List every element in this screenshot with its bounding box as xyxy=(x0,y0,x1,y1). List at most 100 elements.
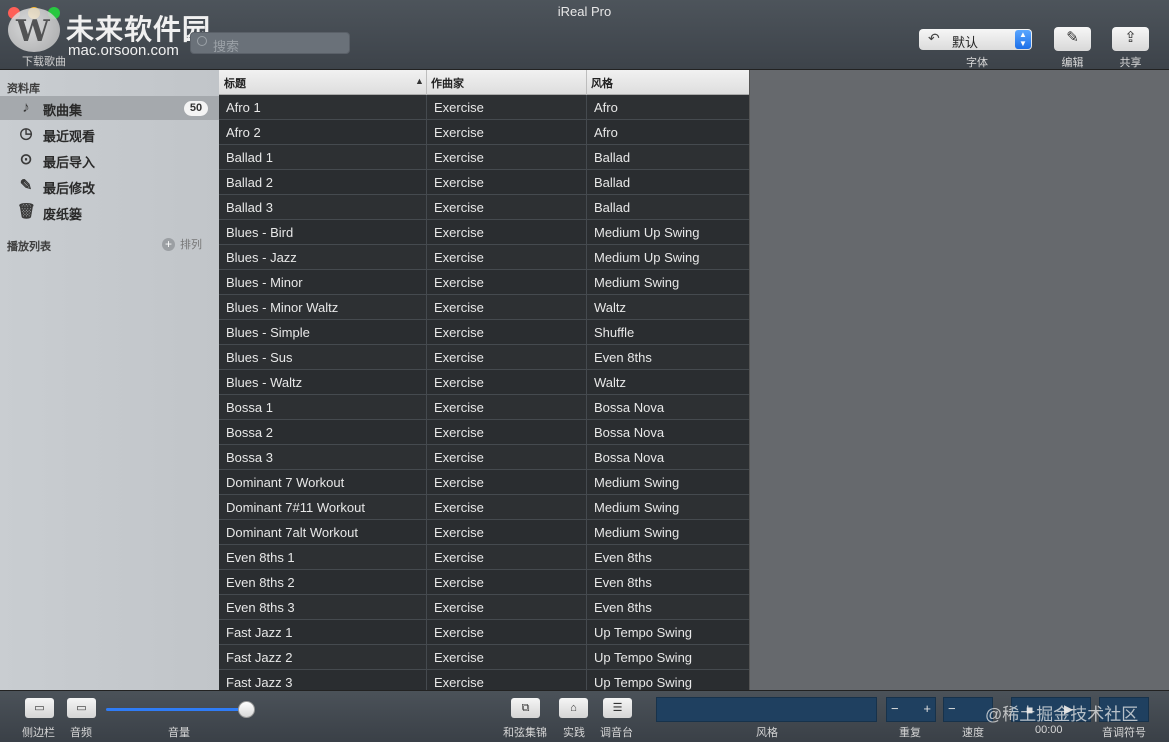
sort-playlists-button[interactable]: + 排列 xyxy=(162,236,202,252)
brand-url: mac.orsoon.com xyxy=(68,42,179,59)
sidebar-item-last-modified[interactable]: ✎ 最后修改 xyxy=(0,174,219,198)
cell-title: Ballad 3 xyxy=(226,200,273,215)
table-row[interactable]: Dominant 7 Workout Exercise Medium Swing xyxy=(219,470,749,495)
tempo-label: 速度 xyxy=(962,727,984,739)
search-icon xyxy=(197,36,207,46)
cell-composer: Exercise xyxy=(434,250,484,265)
style-display[interactable] xyxy=(656,697,877,722)
font-label: 字体 xyxy=(966,57,988,69)
cell-composer: Exercise xyxy=(434,600,484,615)
chord-diagram-icon: ⧉ xyxy=(521,702,530,714)
sidebar: 资料库 ♪ 歌曲集 50 ◷ 最近观看 ⊙ 最后导入 ✎ 最后修改 🗑 废纸篓 … xyxy=(0,70,219,690)
mixer-label: 调音台 xyxy=(600,727,633,739)
cell-style: Afro xyxy=(594,100,618,115)
sidebar-item-label: 最后修改 xyxy=(43,181,96,196)
sort-ascending-icon: ▲ xyxy=(415,76,424,86)
cell-composer: Exercise xyxy=(434,500,484,515)
column-header-title[interactable]: 标题 xyxy=(224,75,246,91)
cell-style: Waltz xyxy=(594,375,627,390)
table-row[interactable]: Fast Jazz 1 Exercise Up Tempo Swing xyxy=(219,620,749,645)
table-row[interactable]: Ballad 1 Exercise Ballad xyxy=(219,145,749,170)
repeat-decrement[interactable]: − xyxy=(891,701,899,716)
table-row[interactable]: Dominant 7alt Workout Exercise Medium Swin… xyxy=(219,520,749,545)
table-row[interactable]: Blues - Minor Waltz Exercise Waltz xyxy=(219,295,749,320)
edit-button[interactable]: ✎ xyxy=(1054,27,1091,51)
cell-title: Ballad 2 xyxy=(226,175,273,190)
table-row[interactable]: Even 8ths 2 Exercise Even 8ths xyxy=(219,570,749,595)
sidebar-toggle-button[interactable]: ▭ xyxy=(25,698,54,718)
trash-icon: 🗑 xyxy=(17,203,37,220)
table-row[interactable]: Bossa 3 Exercise Bossa Nova xyxy=(219,445,749,470)
volume-label: 音量 xyxy=(168,727,190,739)
table-row[interactable]: Afro 2 Exercise Afro xyxy=(219,120,749,145)
cell-style: Even 8ths xyxy=(594,550,652,565)
cell-composer: Exercise xyxy=(434,125,484,140)
table-row[interactable]: Dominant 7#11 Workout Exercise Medium Swin… xyxy=(219,495,749,520)
cell-style: Bossa Nova xyxy=(594,425,665,440)
sidebar-item-trash[interactable]: 🗑 废纸篓 xyxy=(0,200,219,224)
cell-style: Ballad xyxy=(594,175,631,190)
cell-style: Afro xyxy=(594,125,618,140)
sidebar-item-label: 废纸篓 xyxy=(43,207,83,222)
chord-diagrams-button[interactable]: ⧉ xyxy=(511,698,540,718)
chevron-updown-icon: ▲ ▼ xyxy=(1015,30,1031,49)
cell-composer: Exercise xyxy=(434,450,484,465)
sidebar-item-last-imported[interactable]: ⊙ 最后导入 xyxy=(0,148,219,172)
table-row[interactable]: Blues - Jazz Exercise Medium Up Swing xyxy=(219,245,749,270)
cell-title: Fast Jazz 2 xyxy=(226,650,293,665)
table-row[interactable]: Ballad 2 Exercise Ballad xyxy=(219,170,749,195)
sidebar-item-songbook[interactable]: ♪ 歌曲集 50 xyxy=(0,96,219,120)
cell-style: Bossa Nova xyxy=(594,400,665,415)
font-select-value: 默认 xyxy=(952,35,979,50)
table-row[interactable]: Afro 1 Exercise Afro xyxy=(219,95,749,120)
cell-style: Up Tempo Swing xyxy=(594,675,693,690)
column-header-style[interactable]: 风格 xyxy=(591,75,613,91)
volume-slider-track[interactable] xyxy=(106,708,246,711)
table-row[interactable]: Fast Jazz 3 Exercise Up Tempo Swing xyxy=(219,670,749,690)
tempo-decrement[interactable]: − xyxy=(948,701,956,716)
cell-title: Even 8ths 1 xyxy=(226,550,295,565)
table-row[interactable]: Bossa 1 Exercise Bossa Nova xyxy=(219,395,749,420)
table-row[interactable]: Blues - Simple Exercise Shuffle xyxy=(219,320,749,345)
table-row[interactable]: Blues - Waltz Exercise Waltz xyxy=(219,370,749,395)
share-button[interactable]: ⇪ xyxy=(1112,27,1149,51)
audio-label: 音频 xyxy=(70,727,92,739)
practice-button[interactable]: ⌂ xyxy=(559,698,588,718)
repeat-stepper[interactable]: − + xyxy=(886,697,936,722)
audio-button[interactable]: ▭ xyxy=(67,698,96,718)
table-row[interactable]: Fast Jazz 2 Exercise Up Tempo Swing xyxy=(219,645,749,670)
share-label: 共享 xyxy=(1119,57,1142,69)
cell-composer: Exercise xyxy=(434,625,484,640)
table-row[interactable]: Blues - Minor Exercise Medium Swing xyxy=(219,270,749,295)
sidebar-toggle-label: 侧边栏 xyxy=(22,727,55,739)
table-row[interactable]: Even 8ths 1 Exercise Even 8ths xyxy=(219,545,749,570)
edit-label: 编辑 xyxy=(1061,57,1084,69)
cell-composer: Exercise xyxy=(434,675,484,690)
cell-composer: Exercise xyxy=(434,175,484,190)
table-body: Afro 1 Exercise Afro Afro 2 Exercise Afro Ball… xyxy=(219,95,749,690)
download-songs-button[interactable]: 下载歌曲 xyxy=(22,53,66,69)
cell-title: Even 8ths 2 xyxy=(226,575,295,590)
sidebar-item-label: 最近观看 xyxy=(43,129,96,144)
mixer-button[interactable]: ☰ xyxy=(603,698,632,718)
cell-composer: Exercise xyxy=(434,100,484,115)
column-header-composer[interactable]: 作曲家 xyxy=(431,75,464,91)
table-row[interactable]: Blues - Sus Exercise Even 8ths xyxy=(219,345,749,370)
music-note-icon: ♪ xyxy=(22,99,30,116)
cell-style: Medium Swing xyxy=(594,275,680,290)
sidebar-item-recent[interactable]: ◷ 最近观看 xyxy=(0,122,219,146)
volume-slider-knob[interactable] xyxy=(238,701,255,718)
cell-composer: Exercise xyxy=(434,300,484,315)
playlists-header: 播放列表 xyxy=(7,241,51,253)
search-input[interactable]: 搜索 xyxy=(190,32,350,54)
cell-title: Blues - Minor Waltz xyxy=(226,300,339,315)
cell-composer: Exercise xyxy=(434,550,484,565)
repeat-increment[interactable]: + xyxy=(923,701,931,716)
table-row[interactable]: Even 8ths 3 Exercise Even 8ths xyxy=(219,595,749,620)
cell-title: Blues - Sus xyxy=(226,350,293,365)
font-select[interactable]: ↶ 默认 ▲ ▼ xyxy=(919,29,1032,50)
cell-title: Even 8ths 3 xyxy=(226,600,295,615)
table-row[interactable]: Bossa 2 Exercise Bossa Nova xyxy=(219,420,749,445)
table-row[interactable]: Blues - Bird Exercise Medium Up Swing xyxy=(219,220,749,245)
table-row[interactable]: Ballad 3 Exercise Ballad xyxy=(219,195,749,220)
